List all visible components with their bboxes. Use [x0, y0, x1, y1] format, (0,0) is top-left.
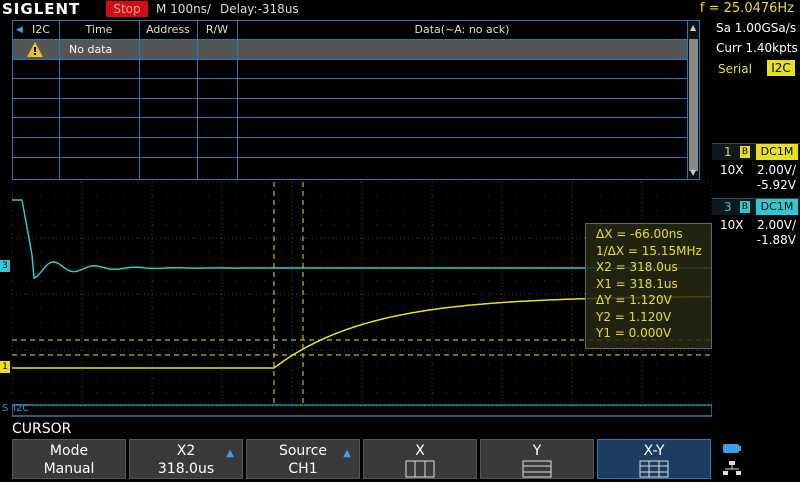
table-row-divider: [13, 78, 687, 79]
table-header-data: Data(~A: no ack): [414, 23, 510, 36]
channel-3-scale: 2.00V/: [757, 218, 796, 232]
table-row-divider: [13, 137, 687, 138]
channel-3-settings: 10X 2.00V/ -1.88V: [712, 215, 800, 251]
inverse-delta-x: 1/ΔX = 15.15MHz: [596, 243, 702, 258]
channel-3-offset: -1.88V: [756, 233, 796, 247]
scroll-up-icon[interactable]: ▲: [690, 23, 696, 32]
xy-cursor-softkey[interactable]: X-Y: [597, 439, 711, 479]
channel-1-probe: 10X: [720, 163, 744, 177]
scroll-down-icon[interactable]: ▼: [690, 168, 696, 177]
table-row-divider: [13, 59, 687, 60]
y1-value: Y1 = 0.000V: [596, 326, 672, 340]
warning-icon: [27, 42, 43, 57]
delta-x: ΔX = -66.00ns: [596, 227, 683, 241]
x2-value: X2 = 318.0us: [596, 260, 678, 274]
table-header-address: Address: [139, 21, 198, 39]
xy-cursor-icon: [639, 460, 669, 478]
menu-title: CURSOR: [12, 421, 72, 437]
scrollbar-thumb[interactable]: [689, 39, 698, 171]
delta-y: ΔY = 1.120V: [596, 293, 672, 307]
trigger-delay-readout[interactable]: Delay:-318us: [220, 0, 299, 18]
frequency-counter: f = 25.0476Hz: [699, 1, 794, 16]
table-header-rw: R/W: [197, 21, 238, 39]
channel-1-scale: 2.00V/: [757, 163, 796, 177]
network-icon: [723, 461, 741, 475]
channel-1-settings: 10X 2.00V/ -5.92V: [712, 160, 800, 196]
cursor-readout-box: ΔX = -66.00ns 1/ΔX = 15.15MHz X2 = 318.0…: [585, 223, 712, 349]
usb-icon: [723, 444, 741, 453]
channel-3-coupling: DC1M: [756, 199, 798, 215]
channel-1-number: 1: [724, 145, 732, 159]
channel-3-header[interactable]: 3 B DC1M: [712, 198, 800, 215]
decode-table[interactable]: ◀ I2C Time Address R/W Data(~A: no ack) …: [12, 20, 700, 180]
channel-1-header[interactable]: 1 B DC1M: [712, 143, 800, 160]
y-cursor-icon: [522, 460, 552, 478]
source-softkey[interactable]: Source CH1 ▲: [246, 439, 360, 479]
channel-1-offset: -5.92V: [756, 178, 796, 192]
bus-marker: S: [2, 403, 9, 414]
timebase-readout[interactable]: M 100ns/: [156, 0, 211, 18]
channel-3-number: 3: [724, 200, 732, 214]
channel-3-probe: 10X: [720, 218, 744, 232]
mode-softkey[interactable]: Mode Manual: [12, 439, 126, 479]
y2-value: Y2 = 1.120V: [596, 309, 672, 324]
x1-value: X1 = 318.1us: [596, 276, 678, 291]
channel-3-offset-marker[interactable]: 3: [0, 260, 10, 272]
table-row[interactable]: No data: [13, 40, 687, 59]
bandwidth-limit-icon: B: [740, 201, 750, 213]
x2-softkey[interactable]: X2 318.0us ▲: [129, 439, 243, 479]
adjust-knob-icon: ▲: [226, 448, 234, 459]
decode-label: Serial: [718, 62, 752, 76]
bus-label: I2C: [13, 403, 30, 414]
table-row-divider: [13, 157, 687, 158]
table-row-divider: [13, 98, 687, 99]
sample-rate: Sa 1.00GSa/s: [716, 21, 797, 35]
table-header-protocol: ◀ I2C: [13, 21, 60, 39]
x-cursor-icon: [405, 460, 435, 478]
adjust-knob-icon: ▲: [343, 448, 351, 459]
row-time: No data: [69, 43, 113, 56]
y-cursor-softkey[interactable]: Y: [480, 439, 594, 479]
scroll-left-icon: ◀: [16, 25, 23, 35]
table-scrollbar[interactable]: ▲ ▼: [687, 21, 699, 179]
x-cursor-softkey[interactable]: X: [363, 439, 477, 479]
table-header-time: Time: [59, 21, 140, 39]
run-stop-indicator[interactable]: Stop: [106, 1, 148, 17]
memory-depth: Curr 1.40kpts: [716, 41, 798, 55]
bandwidth-limit-icon: B: [740, 146, 750, 158]
decode-protocol-badge[interactable]: I2C: [767, 60, 795, 76]
channel-1-coupling: DC1M: [756, 144, 798, 160]
brand-logo: SIGLENT: [2, 0, 81, 18]
table-row-divider: [13, 117, 687, 118]
channel-1-offset-marker[interactable]: 1: [0, 361, 10, 373]
